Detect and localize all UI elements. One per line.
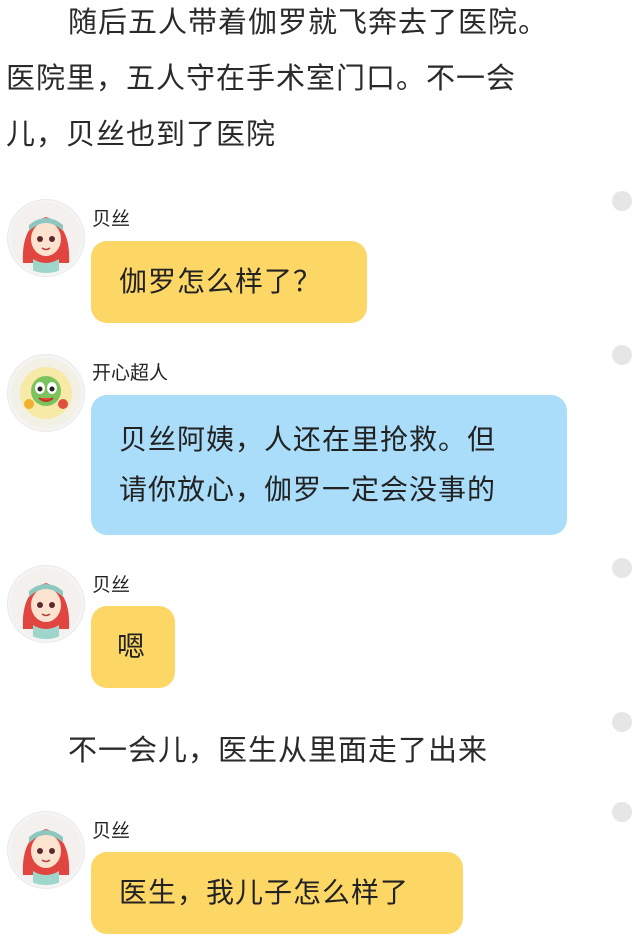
message-bubble[interactable]: 伽罗怎么样了？: [91, 241, 367, 323]
message-text: 医生，我儿子怎么样了: [119, 876, 410, 909]
message-bubble[interactable]: 医生，我儿子怎么样了: [91, 852, 463, 934]
message-menu-dot[interactable]: [612, 802, 632, 822]
narration-line: 随后五人带着伽罗就飞奔去了医院。: [68, 5, 549, 39]
narration-line: 儿，贝丝也到了医院: [6, 117, 277, 151]
speaker-name: 贝丝: [92, 574, 131, 596]
speaker-name: 贝丝: [92, 820, 131, 842]
speaker-name: 贝丝: [92, 208, 131, 230]
narration-paragraph: 不一会儿，医生从里面走了出来: [68, 722, 640, 778]
message-bubble[interactable]: 贝丝阿姨，人还在里抢救。但 请你放心，伽罗一定会没事的: [91, 395, 567, 535]
beth-avatar: [8, 812, 84, 888]
beth-avatar: [8, 566, 84, 642]
narration-line: 医院里，五人守在手术室门口。不一会: [6, 61, 517, 95]
message-text: 请你放心，伽罗一定会没事的: [119, 473, 497, 506]
message-menu-dot[interactable]: [612, 191, 632, 211]
message-text: 贝丝阿姨，人还在里抢救。但: [119, 423, 497, 456]
narration-paragraph: 随后五人带着伽罗就飞奔去了医院。 医院里，五人守在手术室门口。不一会 儿，贝丝也…: [6, 0, 586, 162]
speaker-name: 开心超人: [92, 362, 169, 384]
message-text: 伽罗怎么样了？: [119, 265, 323, 298]
message-menu-dot[interactable]: [612, 345, 632, 365]
happy-superman-avatar: [8, 355, 84, 431]
beth-avatar: [8, 200, 84, 276]
message-text: 嗯: [117, 630, 147, 663]
narration-line: 不一会儿，医生从里面走了出来: [68, 733, 489, 767]
message-menu-dot[interactable]: [612, 558, 632, 578]
message-bubble[interactable]: 嗯: [91, 606, 175, 688]
